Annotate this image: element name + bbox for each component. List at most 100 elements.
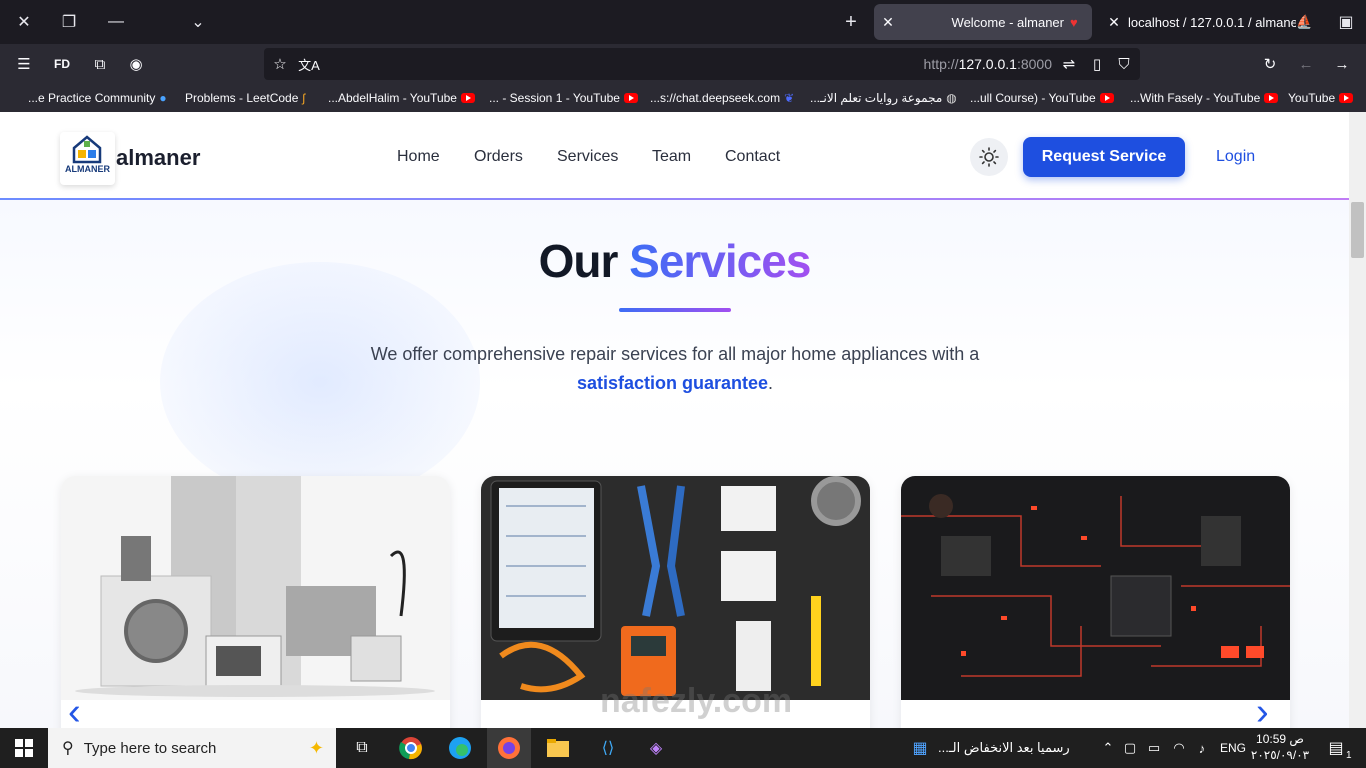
account-icon[interactable]: ◉ — [123, 51, 149, 77]
bookmarks-bar: ...e Practice Community ● Problems - Leet… — [0, 84, 1366, 112]
nav-services[interactable]: Services — [557, 148, 618, 166]
search-placeholder: Type here to search — [83, 739, 217, 757]
phpmyadmin-favicon-icon: ⛵ — [1296, 14, 1313, 29]
reader-view-icon[interactable]: ▯ — [1084, 51, 1110, 77]
nav-orders[interactable]: Orders — [474, 148, 523, 166]
taskbar-search[interactable]: ⚲ Type here to search ✦ — [48, 728, 336, 768]
heading-accent: Services — [629, 235, 811, 287]
vscode-icon[interactable]: ⟨⟩ — [594, 734, 622, 762]
circuit-board-image — [901, 476, 1290, 700]
bookmark-label: ...ull Course) - YouTube — [970, 91, 1096, 105]
house-logo-icon — [72, 135, 102, 164]
window-minimize-icon[interactable]: — — [102, 8, 130, 36]
chrome-icon[interactable] — [397, 734, 425, 762]
home-appliances-image — [61, 476, 450, 700]
copilot-sparkle-icon: ✦ — [308, 737, 324, 758]
request-service-button[interactable]: Request Service — [1023, 137, 1185, 177]
theme-toggle-button[interactable] — [970, 138, 1008, 176]
electrical-tools-image — [481, 476, 870, 700]
logo-text: ALMANER — [65, 164, 110, 174]
browser-tab-bar: ✕ ❐ — ⌄ + ✕ Welcome - almaner ♥ ✕ localh… — [0, 0, 1366, 44]
menu-icon[interactable]: ☰ — [11, 51, 37, 77]
reload-icon[interactable]: ↻ — [1257, 51, 1283, 77]
youtube-icon — [460, 93, 475, 103]
bookmark-item[interactable]: ◍ مجموعة روايات تعلم الانـ... — [810, 91, 957, 105]
nav-contact[interactable]: Contact — [725, 148, 780, 166]
carousel-prev-arrow[interactable]: ‹ — [68, 692, 94, 728]
firefox-icon[interactable] — [487, 728, 531, 768]
bookmark-label: ...AbdelHalim - YouTube — [328, 91, 457, 105]
app-icon[interactable]: ◈ — [642, 734, 670, 762]
watermark: nafezly.com — [600, 682, 793, 720]
heart-favicon-icon: ♥ — [1070, 14, 1078, 30]
translate-icon[interactable]: 文A — [296, 51, 322, 77]
leetcode-icon: ʃ — [302, 91, 306, 105]
section-subtitle: We offer comprehensive repair services f… — [330, 340, 1020, 398]
bookmark-label: ... - Session 1 - YouTube — [489, 91, 620, 105]
clock[interactable]: 10:59 ص ٢٠٢٥/٠٩/٠٣ — [1250, 731, 1310, 763]
deepseek-icon: ❦ — [784, 91, 795, 105]
bookmark-item[interactable]: ...With Fasely - YouTube — [1130, 91, 1279, 105]
bookmark-item[interactable]: ... - Session 1 - YouTube — [489, 91, 638, 105]
web-page: ALMANER almaner Home Orders Services Tea… — [0, 112, 1349, 728]
globe-icon: ● — [159, 91, 167, 105]
bookmark-item[interactable]: Problems - LeetCode ʃ — [185, 91, 305, 105]
tab-phpmyadmin[interactable]: ✕ localhost / 127.0.0.1 / almaner ⛵ — [1100, 4, 1318, 40]
windows-start-icon[interactable] — [10, 734, 38, 762]
bookmark-item[interactable]: ...s://chat.deepseek.com ❦ — [650, 91, 794, 105]
extensions-puzzle-icon[interactable]: ⧉ — [87, 51, 113, 77]
language-indicator[interactable]: ENG — [1220, 741, 1246, 755]
search-icon: ⚲ — [62, 740, 74, 757]
nav-home[interactable]: Home — [397, 148, 440, 166]
clock-time: 10:59 — [1256, 732, 1287, 746]
bookmark-label: ...With Fasely - YouTube — [1130, 91, 1261, 105]
bookmark-label: مجموعة روايات تعلم الانـ... — [810, 91, 943, 105]
youtube-icon — [1339, 93, 1354, 103]
tab-title: Welcome - almaner — [951, 14, 1064, 30]
browser-nav-bar: ☰ FD ⧉ ◉ ☆ 文A http://127.0.0.1:8000 ⇌ ▯ … — [0, 44, 1366, 84]
bookmark-item[interactable]: ...ull Course) - YouTube — [970, 91, 1114, 105]
login-link[interactable]: Login — [1216, 148, 1255, 166]
address-bar[interactable]: ☆ 文A http://127.0.0.1:8000 ⇌ ▯ ⛉ — [264, 48, 1140, 80]
bookmark-label: YouTube — [1288, 91, 1336, 105]
youtube-icon — [1099, 93, 1114, 103]
bookmark-label: Problems - LeetCode — [185, 91, 299, 105]
tab-overview-icon[interactable]: ▣ — [1332, 8, 1360, 36]
carousel-next-arrow[interactable]: › — [1256, 692, 1282, 728]
task-view-icon[interactable]: ⧉ — [348, 734, 376, 762]
bookmark-item[interactable]: ...e Practice Community ● — [28, 91, 167, 105]
edge-icon[interactable] — [446, 734, 474, 762]
tab-close-icon[interactable]: ✕ — [874, 14, 902, 31]
tab-list-dropdown-icon[interactable]: ⌄ — [184, 8, 212, 36]
nav-team[interactable]: Team — [652, 148, 691, 166]
window-close-icon[interactable]: ✕ — [10, 8, 38, 36]
site-logo[interactable]: ALMANER — [60, 132, 115, 185]
notification-badge: 1 — [1346, 750, 1352, 761]
bookmark-label: ...e Practice Community — [28, 91, 156, 105]
bookmark-item[interactable]: YouTube — [1288, 91, 1354, 105]
new-tab-button[interactable]: + — [837, 8, 865, 36]
clock-date: ٢٠٢٥/٠٩/٠٣ — [1250, 748, 1310, 762]
volume-icon[interactable]: ♪ — [1188, 734, 1216, 762]
tab-welcome[interactable]: ✕ Welcome - almaner ♥ — [874, 4, 1092, 40]
window-restore-icon[interactable]: ❐ — [55, 8, 83, 36]
brand-name[interactable]: almaner — [116, 145, 200, 171]
news-icon[interactable]: ▦ — [906, 734, 934, 762]
fd-extension-icon[interactable]: FD — [49, 51, 75, 77]
service-card-electronics[interactable] — [901, 476, 1290, 728]
bookmark-item[interactable]: ...AbdelHalim - YouTube — [328, 91, 475, 105]
news-widget-text[interactable]: رسميا بعد الانخفاض الـ... — [938, 740, 1088, 756]
youtube-icon — [1264, 93, 1279, 103]
scrollbar-thumb[interactable] — [1351, 202, 1364, 258]
bookmark-star-icon[interactable]: ☆ — [267, 51, 293, 77]
forward-icon[interactable]: → — [1329, 51, 1355, 77]
service-card-appliances[interactable] — [61, 476, 450, 728]
tab-close-icon[interactable]: ✕ — [1100, 14, 1128, 31]
tab-title: localhost / 127.0.0.1 / almaner — [1128, 14, 1296, 30]
battery-icon[interactable]: ▭ — [1140, 734, 1168, 762]
file-explorer-icon[interactable] — [544, 734, 572, 762]
site-settings-icon[interactable]: ⇌ — [1056, 51, 1082, 77]
back-icon[interactable]: ← — [1293, 51, 1319, 77]
shield-icon[interactable]: ⛉ — [1111, 51, 1137, 77]
youtube-icon — [623, 93, 638, 103]
